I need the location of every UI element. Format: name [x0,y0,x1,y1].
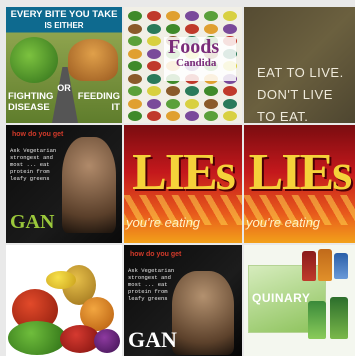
food-icon [166,98,180,109]
eating-tagline: you're eating [246,215,321,230]
lies-headline: LIEs [248,144,353,201]
food-icon [147,73,161,84]
food-icon [166,11,180,21]
food-icon [166,111,180,121]
food-icon [204,98,218,109]
vegetables-image [10,37,58,83]
food-icon [128,36,142,46]
bottle-icon [308,301,326,339]
gan-logo-text: GAN [128,327,177,352]
food-icon [147,48,161,59]
food-icon [204,111,218,121]
candida-title: Foods Candida [164,37,236,81]
eat-line-1: EAT TO LIVE. [257,65,344,80]
tile-eat-to-live[interactable]: EAT TO LIVE. DON'T LIVE TO EAT. [244,7,355,123]
food-icon [185,111,199,121]
food-icon [147,98,161,109]
every-bite-subheader: IS EITHER [44,21,84,30]
bottle-icon [334,253,348,279]
food-icon [185,23,199,34]
greens-image [8,321,66,355]
food-icon [147,86,161,96]
food-icon [223,11,237,21]
gan-logo-text: GAN [10,211,55,233]
food-icon [128,98,142,109]
eat-line-3: TO EAT. [257,109,309,123]
food-icon [204,11,218,21]
fighting-disease-label: FIGHTING DISEASE [8,91,54,113]
tile-lies-eating-2[interactable]: LIEs you're eating [244,125,355,243]
tile-gan-protein[interactable]: how do you get Ask Vegetarian strongest … [6,125,122,243]
eating-tagline: you're eating [126,215,201,230]
food-icon [128,48,142,59]
food-icon [128,61,142,71]
tile-fruit[interactable] [6,245,122,356]
bodybuilder-image [172,271,234,355]
grapes-image [94,329,120,353]
food-icon [223,23,237,34]
food-icon [166,86,180,96]
banana-image [46,271,76,289]
tile-gan-protein-2[interactable]: how do you get Ask Vegetarian strongest … [124,245,242,356]
food-icon [147,23,161,34]
food-icon [147,11,161,21]
every-bite-header: EVERY BITE YOU TAKE [10,9,118,20]
food-icon [147,111,161,121]
protein-body-text: Ask Vegetarian strongest and most ... ea… [10,147,57,182]
food-icon [185,86,199,96]
tile-quinary[interactable]: QUINARY [244,245,355,356]
protein-question: how do you get [12,131,64,138]
food-icon [223,111,237,121]
food-icon [128,23,142,34]
feeding-it-label: FEEDING IT [77,91,120,113]
eat-line-2: DON'T LIVE [257,87,333,102]
food-icon [204,23,218,34]
food-icon [204,86,218,96]
or-label: OR [57,83,71,93]
quinary-brand-text: QUINARY [252,291,311,305]
food-icon [223,98,237,109]
food-icon [147,61,161,71]
food-icon [128,73,142,84]
burger-image [68,39,118,81]
food-icon [147,36,161,46]
tile-foods-candida[interactable]: Foods Candida [124,7,242,123]
protein-question: how do you get [130,251,182,258]
food-icon [185,11,199,21]
food-icon [166,23,180,34]
tile-every-bite[interactable]: EVERY BITE YOU TAKE IS EITHER OR FIGHTIN… [6,7,122,123]
image-grid: EVERY BITE YOU TAKE IS EITHER OR FIGHTIN… [0,0,355,356]
food-icon [185,98,199,109]
food-icon [223,86,237,96]
bodybuilder-image [62,137,116,233]
lies-headline: LIEs [132,144,236,201]
food-icon [128,11,142,21]
bottle-icon [330,297,348,339]
tile-lies-eating[interactable]: LIEs you're eating [124,125,242,243]
bottle-icon [318,249,332,281]
food-icon [128,111,142,121]
bottle-icon [302,251,316,281]
food-icon [128,86,142,96]
